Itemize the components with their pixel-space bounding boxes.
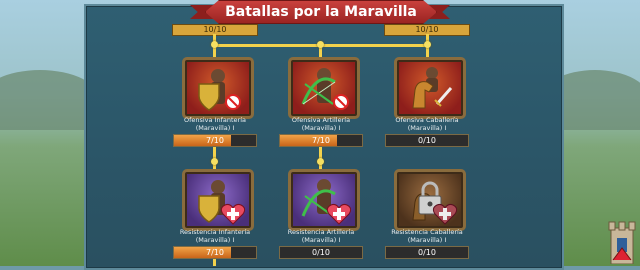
card-title: Resistencia Artillería (Maravilla) I: [287, 228, 355, 244]
connector-line: [213, 258, 216, 266]
connector-node: [211, 158, 218, 165]
connector-node: [317, 41, 324, 48]
progress-bar: 7/10: [173, 134, 257, 147]
research-card-defense-infantry[interactable]: [182, 169, 254, 231]
card-title: Ofensiva Caballería (Maravilla) I: [395, 116, 459, 132]
connector-node: [424, 41, 431, 48]
progress-bar: 7/10: [279, 134, 363, 147]
connector-node: [211, 41, 218, 48]
research-card-defense-cavalry[interactable]: [394, 169, 466, 231]
connector-node: [317, 158, 324, 165]
research-card-offense-infantry[interactable]: [182, 57, 254, 119]
progress-bar: 0/10: [385, 134, 469, 147]
card-title: Resistencia Caballería (Maravilla) I: [391, 228, 463, 244]
research-card-defense-artillery[interactable]: [288, 169, 360, 231]
card-title: Resistencia Infantería (Maravilla) I: [179, 228, 251, 244]
shield-icon: [198, 83, 220, 111]
no-symbol-icon: [225, 94, 241, 110]
no-symbol-icon: [333, 94, 349, 110]
heart-cross-icon: [326, 203, 352, 225]
shield-icon: [198, 195, 220, 223]
research-card-offense-artillery[interactable]: [288, 57, 360, 119]
card-title: Ofensiva Artillería (Maravilla) I: [291, 116, 351, 132]
castle-tower-button[interactable]: [607, 218, 637, 265]
heart-cross-icon: [220, 203, 246, 225]
progress-bar: 0/10: [385, 246, 469, 259]
castle-tower-icon: [608, 221, 636, 265]
research-card-offense-cavalry[interactable]: [394, 57, 466, 119]
heart-cross-icon: [432, 203, 458, 225]
horse-icon: [412, 81, 434, 109]
progress-bar: 0/10: [279, 246, 363, 259]
progress-bar: 7/10: [173, 246, 257, 259]
page-title: Batallas por la Maravilla: [205, 0, 437, 24]
card-title: Ofensiva Infantería (Maravilla) I: [183, 116, 247, 132]
